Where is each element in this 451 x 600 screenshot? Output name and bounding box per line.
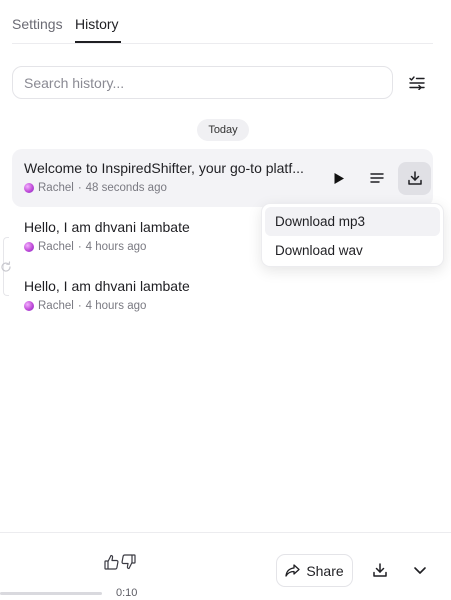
thumbs-up-button[interactable]	[103, 553, 119, 571]
tab-history[interactable]: History	[75, 16, 119, 32]
thumbs-down-button[interactable]	[120, 553, 136, 571]
history-item-title: Hello, I am dhvani lambate	[24, 278, 190, 294]
date-group-label: Today	[197, 119, 249, 141]
voice-avatar	[24, 301, 34, 311]
history-item[interactable]: Hello, I am dhvani lambate Rachel · 4 ho…	[12, 267, 433, 325]
list-filter-icon	[409, 76, 425, 90]
expand-player-button[interactable]	[408, 558, 432, 582]
regenerate-icon	[1, 261, 11, 272]
history-item-title: Hello, I am dhvani lambate	[24, 219, 190, 235]
play-button[interactable]	[322, 162, 355, 195]
download-icon	[373, 563, 387, 577]
search-input[interactable]	[24, 74, 381, 91]
thumbs-up-icon	[103, 554, 119, 570]
voice-avatar	[24, 242, 34, 252]
share-icon	[285, 564, 300, 577]
player-bar: 0:10 Share	[0, 532, 451, 600]
voice-name: Rachel	[38, 182, 74, 194]
history-item-meta: Rachel · 4 hours ago	[24, 300, 146, 312]
play-icon	[334, 172, 344, 184]
history-item-time: 48 seconds ago	[85, 182, 167, 194]
meta-separator: ·	[77, 182, 82, 194]
playback-progress-bar[interactable]	[0, 592, 102, 595]
active-tab-indicator	[75, 41, 121, 43]
voice-name: Rachel	[38, 241, 74, 253]
download-icon	[407, 171, 422, 185]
history-item-meta: Rachel · 4 hours ago	[24, 241, 146, 253]
history-item-time: 4 hours ago	[85, 300, 147, 312]
list-filter-button[interactable]	[405, 72, 429, 94]
tab-settings[interactable]: Settings	[12, 16, 63, 32]
meta-separator: ·	[77, 241, 82, 253]
download-button[interactable]	[398, 161, 431, 195]
playback-time: 0:10	[116, 587, 138, 599]
share-button[interactable]: Share	[276, 554, 353, 587]
history-item[interactable]: Welcome to InspiredShifter, your go-to p…	[12, 149, 433, 207]
lines-icon	[369, 173, 384, 183]
thumbs-down-icon	[120, 554, 136, 570]
tab-bar: Settings History	[12, 0, 433, 44]
meta-separator: ·	[77, 300, 82, 312]
voice-avatar	[24, 183, 34, 193]
chevron-down-icon	[414, 566, 426, 574]
history-item-time: 4 hours ago	[85, 241, 147, 253]
history-item-actions	[322, 161, 431, 195]
share-label: Share	[306, 562, 344, 579]
player-download-button[interactable]	[368, 558, 392, 582]
history-item-title: Welcome to InspiredShifter, your go-to p…	[24, 160, 304, 176]
search-box[interactable]	[12, 66, 393, 99]
download-menu: Download mp3 Download wav	[261, 203, 444, 267]
voice-name: Rachel	[38, 300, 74, 312]
download-mp3-option[interactable]: Download mp3	[265, 207, 440, 236]
feedback-buttons	[103, 553, 136, 571]
details-button[interactable]	[360, 162, 393, 195]
download-wav-option[interactable]: Download wav	[265, 236, 440, 265]
history-item-meta: Rachel · 48 seconds ago	[24, 182, 167, 194]
